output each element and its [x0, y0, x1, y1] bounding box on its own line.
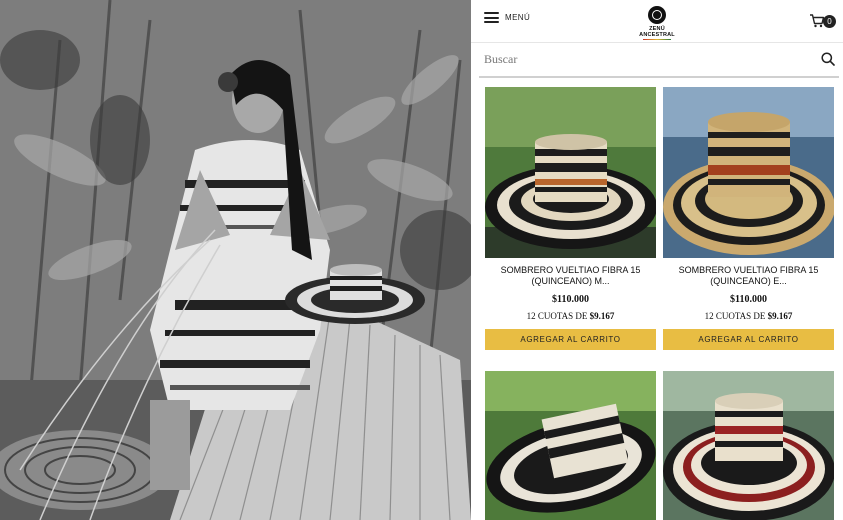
- installment-amount: $9.167: [767, 311, 793, 321]
- cart-count-badge: 0: [823, 15, 836, 28]
- search-icon[interactable]: [821, 52, 835, 66]
- product-card: SOMBRERO VUELTIAO FIBRA 15 (QUINCEANO) E…: [663, 87, 834, 350]
- logo-stripe: [643, 39, 671, 40]
- logo-icon: [648, 6, 666, 24]
- installments-prefix: 12 CUOTAS DE: [526, 311, 588, 321]
- hamburger-icon: [484, 12, 499, 23]
- top-navbar: MENÚ ZENÚ ANCESTRAL 0: [471, 0, 843, 43]
- product-card: [663, 371, 834, 520]
- product-image[interactable]: [663, 87, 834, 258]
- product-image[interactable]: [485, 371, 656, 520]
- logo-text: ZENÚ ANCESTRAL: [639, 26, 675, 38]
- shop-panel: MENÚ ZENÚ ANCESTRAL 0 Buscar SOMBRERO VU…: [471, 0, 843, 520]
- product-image[interactable]: [663, 371, 834, 520]
- installments-text: 12 CUOTAS DE $9.167: [485, 311, 656, 321]
- installments-text: 12 CUOTAS DE $9.167: [663, 311, 834, 321]
- product-card: [485, 371, 656, 520]
- menu-button[interactable]: MENÚ: [484, 12, 530, 23]
- product-price: $110.000: [730, 294, 767, 305]
- search-bar: [479, 43, 839, 78]
- product-name[interactable]: SOMBRERO VUELTIAO FIBRA 15 (QUINCEANO) M…: [485, 265, 656, 287]
- add-to-cart-button[interactable]: AGREGAR AL CARRITO: [485, 329, 656, 350]
- menu-label: MENÚ: [505, 13, 531, 22]
- cart-button[interactable]: 0: [809, 14, 836, 28]
- installments-prefix: 12 CUOTAS DE: [704, 311, 766, 321]
- add-to-cart-button[interactable]: AGREGAR AL CARRITO: [663, 329, 834, 350]
- hero-photo: [0, 0, 471, 520]
- product-card: SOMBRERO VUELTIAO FIBRA 15 (QUINCEANO) M…: [485, 87, 656, 350]
- product-price: $110.000: [552, 294, 589, 305]
- weaver-illustration: [0, 0, 471, 520]
- brand-logo[interactable]: ZENÚ ANCESTRAL: [631, 6, 683, 40]
- installment-amount: $9.167: [589, 311, 615, 321]
- product-image[interactable]: [485, 87, 656, 258]
- product-name[interactable]: SOMBRERO VUELTIAO FIBRA 15 (QUINCEANO) E…: [663, 265, 834, 287]
- search-input[interactable]: [479, 43, 804, 76]
